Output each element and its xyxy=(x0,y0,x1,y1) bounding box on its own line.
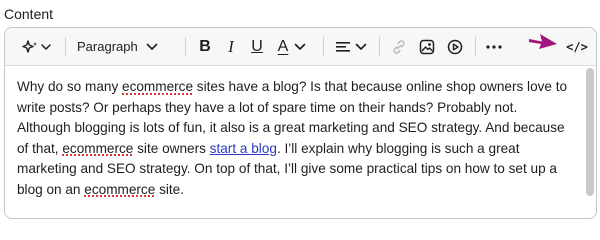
chevron-down-icon xyxy=(355,43,367,51)
image-button[interactable] xyxy=(415,28,439,65)
link-button[interactable] xyxy=(387,28,411,65)
text-segment: site. xyxy=(155,181,185,197)
italic-label: I xyxy=(228,37,234,56)
link-icon xyxy=(391,39,407,55)
toolbar-separator xyxy=(185,37,186,56)
rich-text-editor: Paragraph B I U A </> Why do so many eco… xyxy=(4,27,597,219)
spellcheck-word: ecommerce xyxy=(84,181,156,197)
paragraph: Why do so many ecommerce sites have a bl… xyxy=(17,77,573,200)
code-view-label: </> xyxy=(566,39,588,54)
transform-button[interactable] xyxy=(15,28,59,65)
bold-label: B xyxy=(199,37,211,55)
image-icon xyxy=(419,39,435,55)
underline-button[interactable]: U xyxy=(245,28,269,65)
text-color-button[interactable]: A xyxy=(271,28,313,65)
editor-toolbar: Paragraph B I U A </> xyxy=(5,28,596,66)
code-view-button[interactable]: </> xyxy=(565,28,589,65)
editor-content[interactable]: Why do so many ecommerce sites have a bl… xyxy=(17,77,573,200)
sparkle-transform-icon xyxy=(22,39,52,54)
chevron-down-icon xyxy=(294,43,306,51)
text-color-label: A xyxy=(277,37,289,55)
content-field-label: Content xyxy=(4,6,54,22)
more-options-button[interactable] xyxy=(481,28,507,65)
align-left-icon xyxy=(335,40,351,54)
paragraph-format-label: Paragraph xyxy=(77,39,138,54)
text-segment: Why do so many xyxy=(17,79,123,94)
start-a-blog-link[interactable]: start a blog xyxy=(210,141,277,156)
media-button[interactable] xyxy=(443,28,467,65)
italic-button[interactable]: I xyxy=(219,28,243,65)
more-horizontal-icon xyxy=(486,44,502,49)
paragraph-format-select[interactable]: Paragraph xyxy=(77,28,158,65)
text-segment: site owners xyxy=(133,140,210,156)
toolbar-separator xyxy=(475,37,476,56)
annotation-arrow-icon xyxy=(529,34,557,49)
play-circle-icon xyxy=(447,39,463,55)
spellcheck-word: ecommerce xyxy=(62,140,134,156)
spellcheck-word: ecommerce xyxy=(122,79,194,94)
scrollbar-thumb[interactable] xyxy=(586,68,594,196)
scrollbar[interactable] xyxy=(586,68,594,218)
underline-label: U xyxy=(251,37,263,55)
bold-button[interactable]: B xyxy=(193,28,217,65)
toolbar-separator xyxy=(65,37,66,56)
alignment-button[interactable] xyxy=(331,28,371,65)
toolbar-separator xyxy=(323,37,324,56)
chevron-down-icon xyxy=(146,39,158,54)
toolbar-separator xyxy=(379,37,380,56)
